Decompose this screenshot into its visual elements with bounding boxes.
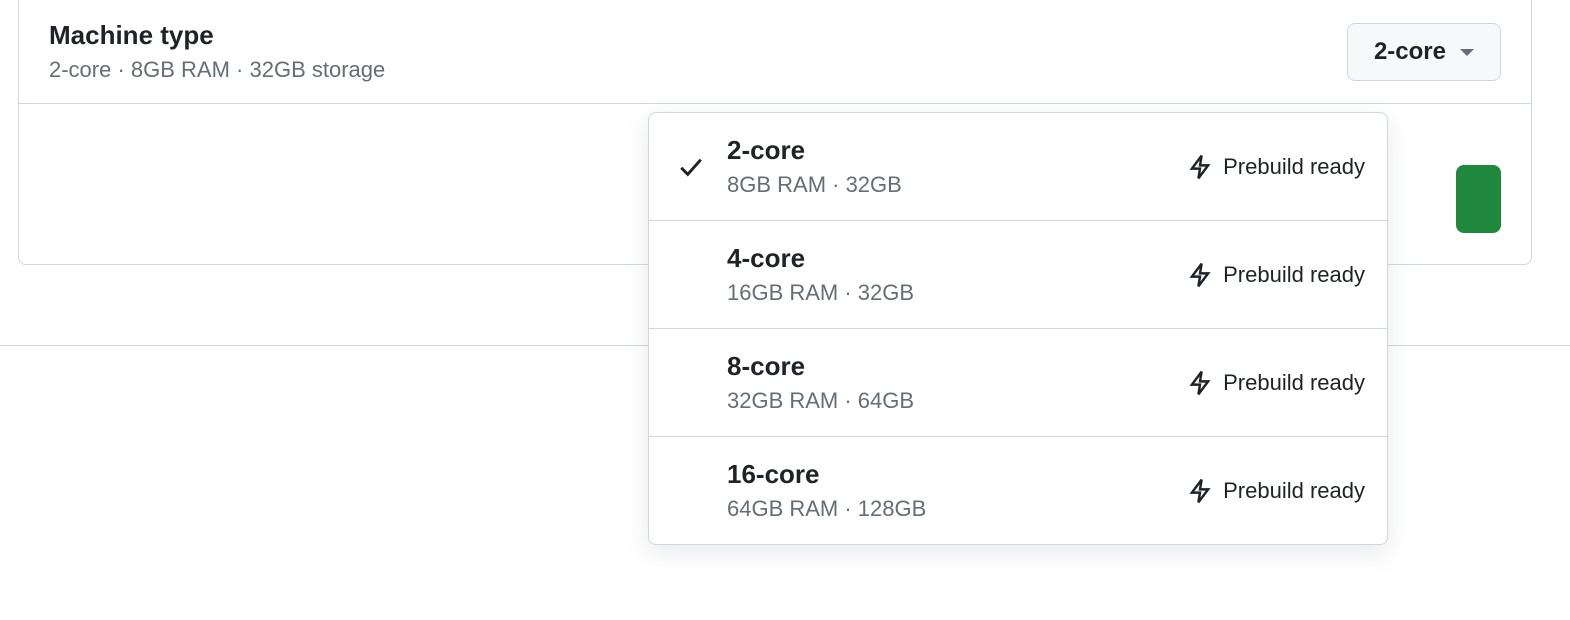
prebuild-badge-label: Prebuild ready: [1223, 154, 1365, 180]
machine-option-sub: 16GB RAM · 32GB: [727, 280, 1187, 306]
machine-type-row: Machine type 2-core · 8GB RAM · 32GB sto…: [19, 0, 1531, 104]
machine-option-title: 16-core: [727, 459, 1187, 490]
machine-option-sub: 8GB RAM · 32GB: [727, 172, 1187, 198]
machine-type-dropdown: 2-core 8GB RAM · 32GB Prebuild ready 4-c…: [648, 112, 1388, 545]
prebuild-badge: Prebuild ready: [1187, 478, 1365, 504]
prebuild-badge-label: Prebuild ready: [1223, 262, 1365, 288]
machine-type-title: Machine type: [49, 20, 385, 51]
prebuild-badge-label: Prebuild ready: [1223, 370, 1365, 396]
machine-option-8-core[interactable]: 8-core 32GB RAM · 64GB Prebuild ready: [649, 329, 1387, 437]
machine-option-4-core[interactable]: 4-core 16GB RAM · 32GB Prebuild ready: [649, 221, 1387, 329]
machine-option-body: 4-core 16GB RAM · 32GB: [711, 243, 1187, 306]
zap-icon: [1187, 154, 1213, 180]
machine-option-16-core[interactable]: 16-core 64GB RAM · 128GB Prebuild ready: [649, 437, 1387, 544]
machine-option-sub: 64GB RAM · 128GB: [727, 496, 1187, 522]
machine-type-subtitle: 2-core · 8GB RAM · 32GB storage: [49, 57, 385, 83]
create-codespace-button[interactable]: [1456, 165, 1501, 233]
prebuild-badge: Prebuild ready: [1187, 262, 1365, 288]
zap-icon: [1187, 478, 1213, 504]
machine-option-body: 16-core 64GB RAM · 128GB: [711, 459, 1187, 522]
machine-option-sub: 32GB RAM · 64GB: [727, 388, 1187, 414]
machine-option-2-core[interactable]: 2-core 8GB RAM · 32GB Prebuild ready: [649, 113, 1387, 221]
machine-type-select-button[interactable]: 2-core: [1347, 23, 1501, 81]
prebuild-badge: Prebuild ready: [1187, 154, 1365, 180]
prebuild-badge: Prebuild ready: [1187, 370, 1365, 396]
machine-option-title: 8-core: [727, 351, 1187, 382]
zap-icon: [1187, 262, 1213, 288]
machine-type-selected-label: 2-core: [1374, 38, 1446, 66]
caret-down-icon: [1460, 49, 1474, 56]
machine-option-title: 4-core: [727, 243, 1187, 274]
prebuild-badge-label: Prebuild ready: [1223, 478, 1365, 504]
machine-type-label-group: Machine type 2-core · 8GB RAM · 32GB sto…: [49, 20, 385, 83]
machine-option-body: 8-core 32GB RAM · 64GB: [711, 351, 1187, 414]
check-icon: [671, 154, 711, 180]
machine-option-title: 2-core: [727, 135, 1187, 166]
machine-option-body: 2-core 8GB RAM · 32GB: [711, 135, 1187, 198]
zap-icon: [1187, 370, 1213, 396]
